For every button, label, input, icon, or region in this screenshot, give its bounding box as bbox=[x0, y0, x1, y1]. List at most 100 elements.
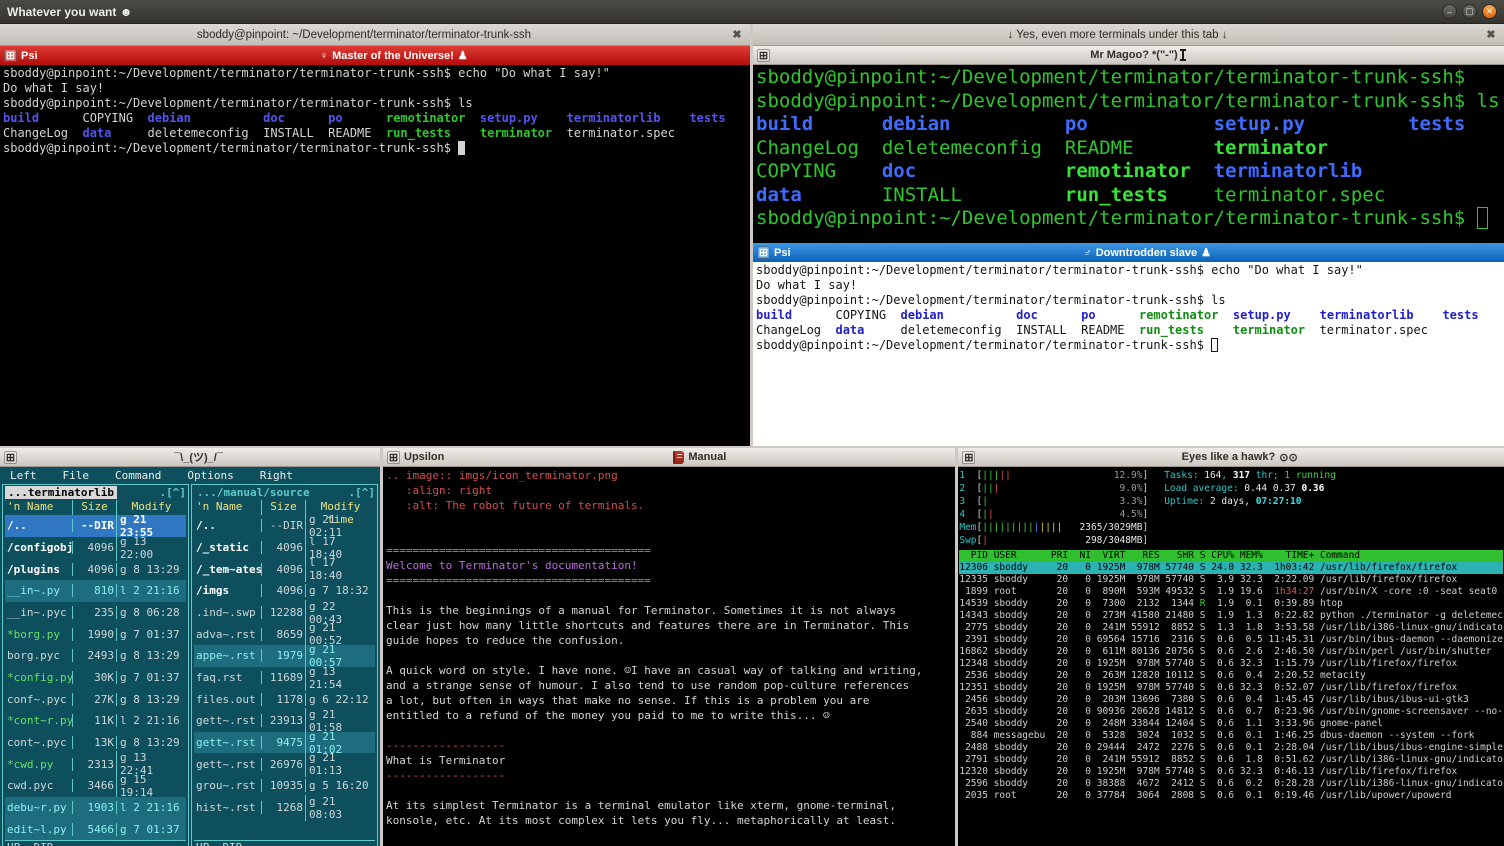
file-row[interactable]: *cont~r.py11Kl 2 21:16 bbox=[5, 710, 186, 732]
file-row[interactable]: conf~.pyc27Kg 8 13:29 bbox=[5, 688, 186, 710]
column-header-mtime[interactable]: Modify time bbox=[116, 500, 186, 515]
process-row[interactable]: 2456 sboddy 20 0 203M 13696 7380 S 0.6 0… bbox=[959, 694, 1503, 706]
process-row[interactable]: 12351 sboddy 20 0 1925M 978M 57740 S 0.6… bbox=[959, 682, 1503, 694]
close-button[interactable]: ✕ bbox=[1482, 4, 1497, 19]
minimize-button[interactable]: – bbox=[1442, 4, 1457, 19]
mc-titlebar[interactable]: ⊞ ¯\_(ツ)_/¯ bbox=[0, 448, 380, 467]
terminal-line: 4 [|| 4.5%] bbox=[959, 508, 1148, 521]
menu-item[interactable]: Command bbox=[115, 469, 161, 483]
tab-close-icon[interactable]: ✖ bbox=[1482, 28, 1500, 41]
file-row[interactable]: borg.pyc2493g 8 13:29 bbox=[5, 645, 186, 667]
master-terminal[interactable]: sboddy@pinpoint:~/Development/terminator… bbox=[0, 65, 750, 446]
magoo-titlebar[interactable]: ⊞ Mr Magoo? *("-") bbox=[753, 46, 1504, 65]
column-header-name[interactable]: 'n Name bbox=[194, 500, 261, 515]
column-header-mtime[interactable]: Modify time bbox=[305, 500, 375, 515]
process-row[interactable]: 2791 sboddy 20 0 241M 55912 8852 S 0.6 1… bbox=[959, 754, 1503, 766]
file-row[interactable]: /plugins4096g 8 13:29 bbox=[5, 558, 186, 580]
htop-pane: ⊞ Eyes like a hawk? ⊙⊙ 1 [||||| 12.9%]2 … bbox=[958, 448, 1504, 846]
file-row[interactable]: gett~.rst23913g 21 01:58 bbox=[194, 710, 375, 732]
maximize-button[interactable]: ▢ bbox=[1462, 4, 1477, 19]
process-row[interactable]: 1899 root 20 0 890M 593M 49532 S 1.9 19.… bbox=[959, 586, 1503, 598]
terminal-line bbox=[386, 528, 952, 543]
vim-terminal[interactable]: .. image:: imgs/icon_terminator.png :ali… bbox=[383, 467, 955, 846]
menu-item[interactable]: Left bbox=[10, 469, 37, 483]
cpu-memory-gauges: 1 [||||| 12.9%]2 [||| 9.0%]3 [| 3.3%]4 [… bbox=[959, 469, 1148, 547]
file-row[interactable]: adva~.rst8659g 21 00:52 bbox=[194, 623, 375, 645]
process-row[interactable]: 12306 sboddy 20 0 1925M 978M 57740 S 24.… bbox=[959, 562, 1503, 574]
group-menu-icon[interactable]: ⊞ bbox=[4, 451, 17, 464]
terminal-line: Mem[|||||||||||||| 2365/3029MB] bbox=[959, 521, 1148, 534]
group-menu-icon[interactable]: ⊞ bbox=[4, 49, 17, 62]
process-row[interactable]: 2391 sboddy 20 0 69564 15716 2316 S 0.6 … bbox=[959, 634, 1503, 646]
tab-close-icon[interactable]: ✖ bbox=[728, 28, 746, 41]
menu-item[interactable]: Right bbox=[260, 469, 293, 483]
file-row[interactable]: hist~.rst1268g 21 08:03 bbox=[194, 797, 375, 819]
file-row[interactable]: __in~.pyc235g 8 06:28 bbox=[5, 602, 186, 624]
process-row[interactable]: 12335 sboddy 20 0 1925M 978M 57740 S 3.9… bbox=[959, 574, 1503, 586]
tab-title-left[interactable]: sboddy@pinpoint: ~/Development/terminato… bbox=[0, 29, 728, 41]
column-header-size[interactable]: Size bbox=[261, 500, 305, 515]
file-row[interactable]: .ind~.swp12288g 22 00:43 bbox=[194, 602, 375, 624]
file-row[interactable]: *cwd.py2313g 13 22:41 bbox=[5, 753, 186, 775]
menu-item[interactable]: Options bbox=[187, 469, 233, 483]
file-row[interactable]: /..--DIRg 21 23:55 bbox=[5, 515, 186, 537]
file-row[interactable]: gett~.rst26976g 21 01:13 bbox=[194, 753, 375, 775]
text-cursor-pointer bbox=[1182, 49, 1184, 61]
mc-terminal[interactable]: Left File Command Options Right ...terminato… bbox=[0, 467, 380, 846]
htop-terminal[interactable]: 1 [||||| 12.9%]2 [||| 9.0%]3 [| 3.3%]4 [… bbox=[958, 467, 1504, 846]
process-row[interactable]: 2775 sboddy 20 0 241M 55912 8852 S 1.3 1… bbox=[959, 622, 1503, 634]
process-row[interactable]: 16862 sboddy 20 0 611M 80136 20756 S 0.6… bbox=[959, 646, 1503, 658]
window-titlebar[interactable]: Whatever you want ☻ – ▢ ✕ bbox=[0, 0, 1504, 24]
manual-titlebar[interactable]: ⊞ Upsilon Manual bbox=[383, 448, 955, 467]
file-row[interactable]: /configobj4096g 13 22:00 bbox=[5, 537, 186, 559]
process-row[interactable]: 14539 sboddy 20 0 7300 2132 1344 R 1.9 0… bbox=[959, 598, 1503, 610]
column-header-name[interactable]: 'n Name bbox=[5, 500, 72, 515]
file-row[interactable]: *config.py30Kg 7 01:37 bbox=[5, 667, 186, 689]
file-row[interactable]: __in~.py810l 2 21:16 bbox=[5, 580, 186, 602]
group-menu-icon[interactable]: ⊞ bbox=[757, 49, 770, 62]
file-row[interactable]: cwd.pyc3466g 15 19:14 bbox=[5, 775, 186, 797]
terminal-line: A quick word on style. I have none. ☺I h… bbox=[386, 663, 952, 678]
terminal-line: sboddy@pinpoint:~/Development/terminator… bbox=[756, 90, 1501, 114]
process-row[interactable]: 14343 sboddy 20 0 273M 41580 21480 S 1.9… bbox=[959, 610, 1503, 622]
process-row[interactable]: 2035 root 20 0 37784 3064 2808 S 0.6 0.1… bbox=[959, 790, 1503, 802]
file-row[interactable]: /imgs4096g 7 18:32 bbox=[194, 580, 375, 602]
file-row[interactable]: appe~.rst1979g 21 00:57 bbox=[194, 645, 375, 667]
file-row[interactable]: faq.rst11689g 13 21:54 bbox=[194, 667, 375, 689]
file-row[interactable]: edit~l.py5466g 7 01:37 bbox=[5, 818, 186, 840]
process-row[interactable]: 2536 sboddy 20 0 263M 12820 10112 S 0.6 … bbox=[959, 670, 1503, 682]
process-row[interactable]: 2540 sboddy 20 0 248M 33844 12404 S 0.6 … bbox=[959, 718, 1503, 730]
group-menu-icon[interactable]: ⊞ bbox=[962, 451, 975, 464]
slave-terminal[interactable]: sboddy@pinpoint:~/Development/terminator… bbox=[753, 262, 1504, 446]
file-row[interactable]: cont~.pyc13Kg 8 13:29 bbox=[5, 732, 186, 754]
column-header-size[interactable]: Size bbox=[72, 500, 116, 515]
process-row[interactable]: 2488 sboddy 20 0 29444 2472 2276 S 0.6 0… bbox=[959, 742, 1503, 754]
panel-corner-marker: .[^] bbox=[349, 486, 376, 499]
file-row[interactable] bbox=[194, 818, 375, 840]
htop-titlebar[interactable]: ⊞ Eyes like a hawk? ⊙⊙ bbox=[958, 448, 1504, 467]
file-row[interactable]: gett~.rst9475g 21 01:02 bbox=[194, 732, 375, 754]
magoo-terminal[interactable]: sboddy@pinpoint:~/Development/terminator… bbox=[753, 65, 1504, 243]
group-menu-icon[interactable]: ⊞ bbox=[757, 246, 770, 259]
file-row[interactable]: /_tem~ates4096l 17 18:40 bbox=[194, 558, 375, 580]
file-row[interactable]: /..--DIRg 21 02:11 bbox=[194, 515, 375, 537]
mc-left-path[interactable]: ...terminatorlib bbox=[5, 486, 117, 499]
process-row[interactable]: 12348 sboddy 20 0 1925M 978M 57740 S 0.6… bbox=[959, 658, 1503, 670]
process-table-header[interactable]: PID USER PRI NI VIRT RES SHR S CPU% MEM%… bbox=[959, 550, 1503, 562]
file-row[interactable]: debu~r.py1903l 2 21:16 bbox=[5, 797, 186, 819]
tab-title-right[interactable]: ↓ Yes, even more terminals under this ta… bbox=[753, 29, 1482, 41]
slave-titlebar[interactable]: ⊞ Psi ♂ Downtrodden slave ♟ bbox=[753, 243, 1504, 262]
terminal-line: sboddy@pinpoint:~/Development/terminator… bbox=[3, 141, 747, 156]
mc-right-path[interactable]: .../manual/source bbox=[194, 486, 313, 499]
master-titlebar[interactable]: ⊞ Psi ♀ Master of the Universe! ♟ bbox=[0, 46, 750, 65]
process-row[interactable]: 12320 sboddy 20 0 1925M 978M 57740 S 0.6… bbox=[959, 766, 1503, 778]
file-row[interactable]: /_static4096l 17 18:40 bbox=[194, 537, 375, 559]
file-row[interactable]: grou~.rst10935g 5 16:20 bbox=[194, 775, 375, 797]
file-row[interactable]: files.out1178g 6 22:12 bbox=[194, 688, 375, 710]
process-row[interactable]: 884 messagebu 20 0 5328 3024 1032 S 0.6 … bbox=[959, 730, 1503, 742]
menu-item[interactable]: File bbox=[63, 469, 90, 483]
file-row[interactable]: *borg.py1990g 7 01:37 bbox=[5, 623, 186, 645]
process-row[interactable]: 2596 sboddy 20 0 38388 4672 2412 S 0.6 0… bbox=[959, 778, 1503, 790]
group-menu-icon[interactable]: ⊞ bbox=[387, 451, 400, 464]
process-row[interactable]: 2635 sboddy 20 0 90936 20628 14812 S 0.6… bbox=[959, 706, 1503, 718]
